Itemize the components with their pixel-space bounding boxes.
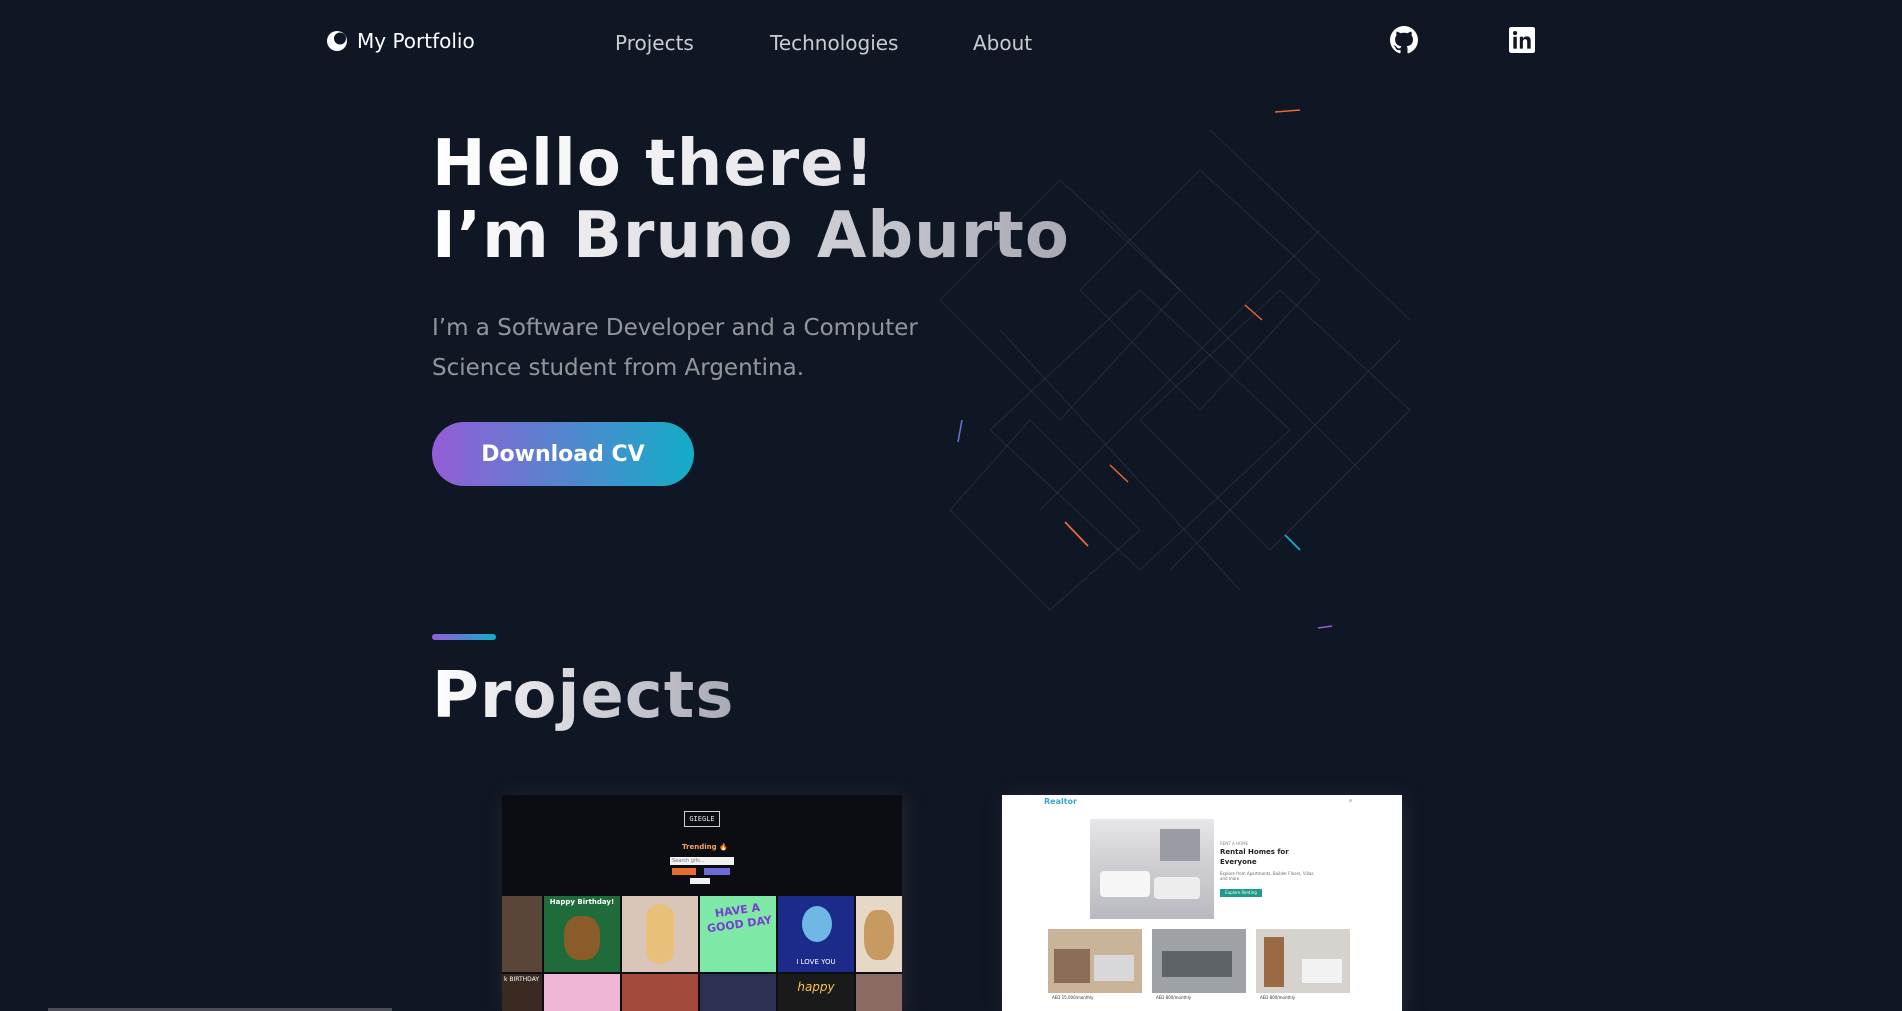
gif-tile xyxy=(622,896,698,972)
realtor-listing-image xyxy=(1152,929,1246,993)
realtor-tag: RENT A HOME xyxy=(1220,841,1249,846)
gif-tile xyxy=(502,896,542,972)
nav-link-about[interactable]: About xyxy=(973,31,1032,55)
nav-link-projects[interactable]: Projects xyxy=(615,31,694,55)
linkedin-icon xyxy=(1509,27,1535,57)
giggle-thumb-button xyxy=(672,868,696,875)
download-cv-button[interactable]: Download CV xyxy=(432,422,694,486)
hero-subtitle: I’m a Software Developer and a Computer … xyxy=(432,315,918,381)
github-icon xyxy=(1390,26,1418,58)
section-divider xyxy=(432,634,496,640)
hero-title-line2: I’m Bruno Aburto xyxy=(432,199,1070,273)
realtor-listing-image xyxy=(1048,929,1142,993)
giggle-trending-label: Trending 🔥 xyxy=(682,843,728,851)
gif-tile xyxy=(544,974,620,1011)
hero-title: Hello there! I’m Bruno Aburto xyxy=(432,128,1070,272)
realtor-title: Rental Homes for Everyone xyxy=(1220,848,1289,866)
gif-tile: happy xyxy=(778,974,854,1011)
projects-section-title: Projects xyxy=(432,659,735,733)
linkedin-link[interactable] xyxy=(1508,27,1536,57)
realtor-description: Explore from Apartments, Builder Floors,… xyxy=(1220,871,1314,881)
realtor-listing-price: AED 800/monthly xyxy=(1156,995,1192,1000)
hero-title-line1: Hello there! xyxy=(432,128,1070,200)
nav-link-technologies[interactable]: Technologies xyxy=(770,31,898,55)
logo-icon xyxy=(325,29,349,53)
gif-tile-caption: happy xyxy=(797,980,835,994)
giggle-search-bar: Search gifs... xyxy=(670,857,734,865)
github-link[interactable] xyxy=(1390,26,1418,58)
top-nav: My Portfolio Projects Technologies About xyxy=(0,0,1902,88)
gif-tile-caption: k BIRTHDAY xyxy=(504,976,539,983)
logo-link[interactable]: My Portfolio xyxy=(325,29,475,53)
logo-text: My Portfolio xyxy=(357,29,475,53)
realtor-hero-image xyxy=(1090,819,1214,919)
gif-tile xyxy=(856,896,902,972)
realtor-explore-button: Explore Renting xyxy=(1220,889,1262,897)
realtor-listing-price: AED 15,000/monthly xyxy=(1052,995,1094,1000)
portfolio-page: My Portfolio Projects Technologies About xyxy=(0,0,1902,1011)
project-card-giggle[interactable]: GIEGLE Trending 🔥 Search gifs... Happy B… xyxy=(502,795,902,1011)
giggle-thumb-button xyxy=(704,868,730,875)
project-card-realtor[interactable]: Realtor RENT A HOME Rental Homes for Eve… xyxy=(1002,795,1402,1011)
realtor-menu-dot xyxy=(1349,799,1352,802)
gif-tile-caption: Happy Birthday! xyxy=(549,898,615,906)
gif-tile: Happy Birthday! xyxy=(544,896,620,972)
giggle-thumb-button xyxy=(690,878,710,884)
realtor-brand: Realtor xyxy=(1044,797,1077,806)
giggle-logo: GIEGLE xyxy=(684,811,720,827)
gif-tile xyxy=(856,974,902,1011)
gif-tile: I LOVE YOU xyxy=(778,896,854,972)
gif-tile-caption: HAVE A GOOD DAY xyxy=(706,900,773,936)
realtor-listing-price: AED 800/monthly xyxy=(1260,995,1296,1000)
realtor-listing-image xyxy=(1256,929,1350,993)
gif-tile xyxy=(622,974,698,1011)
gif-tile xyxy=(700,974,776,1011)
giggle-gif-grid: Happy Birthday! HAVE A GOOD DAY I LOVE Y… xyxy=(502,896,902,1011)
gif-tile: k BIRTHDAY xyxy=(502,974,542,1011)
gif-tile-caption: I LOVE YOU xyxy=(796,958,836,966)
gif-tile: HAVE A GOOD DAY xyxy=(700,896,776,972)
